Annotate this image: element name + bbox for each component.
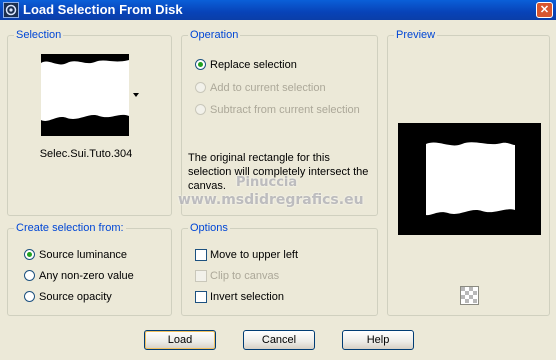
subtract-selection-label: Subtract from current selection [210, 104, 360, 116]
thumbnail-name: Selec.Sui.Tuto.304 [39, 148, 133, 160]
move-to-upper-left-label[interactable]: Move to upper left [210, 248, 298, 262]
transparency-toggle-icon[interactable] [460, 286, 479, 305]
thumbnail-dropdown-arrow[interactable] [133, 93, 139, 97]
watermark-line2: www.msdidregrafics.eu [178, 192, 364, 208]
add-to-selection-label: Add to current selection [210, 82, 326, 94]
move-to-upper-left-checkbox[interactable] [195, 249, 207, 261]
create-selection-group-label: Create selection from: [14, 221, 126, 235]
selection-thumbnail[interactable] [41, 54, 129, 136]
source-luminance-radio[interactable] [24, 249, 35, 260]
app-icon [3, 2, 19, 18]
watermark-line1: Pinuccia [236, 175, 298, 190]
clip-to-canvas-label: Clip to canvas [210, 270, 280, 282]
clip-to-canvas-checkbox [195, 270, 207, 282]
replace-selection-label[interactable]: Replace selection [210, 58, 297, 72]
subtract-selection-radio [195, 104, 206, 115]
cancel-button[interactable]: Cancel [243, 330, 315, 350]
invert-selection-label[interactable]: Invert selection [210, 290, 284, 304]
replace-selection-radio[interactable] [195, 59, 206, 70]
close-button[interactable]: ✕ [536, 2, 553, 18]
source-luminance-label[interactable]: Source luminance [39, 248, 127, 262]
any-non-zero-radio[interactable] [24, 270, 35, 281]
options-group-label: Options [188, 221, 230, 235]
operation-group-label: Operation [188, 28, 241, 42]
preview-image [398, 123, 541, 235]
preview-group-label: Preview [394, 28, 438, 42]
title-bar: Load Selection From Disk ✕ [0, 0, 556, 20]
help-button[interactable]: Help [342, 330, 414, 350]
window-title: Load Selection From Disk [23, 2, 183, 17]
add-to-selection-radio [195, 82, 206, 93]
any-non-zero-label[interactable]: Any non-zero value [39, 269, 134, 283]
load-button[interactable]: Load [144, 330, 216, 350]
invert-selection-checkbox[interactable] [195, 291, 207, 303]
selection-group-label: Selection [14, 28, 64, 42]
source-opacity-label[interactable]: Source opacity [39, 290, 112, 304]
source-opacity-radio[interactable] [24, 291, 35, 302]
